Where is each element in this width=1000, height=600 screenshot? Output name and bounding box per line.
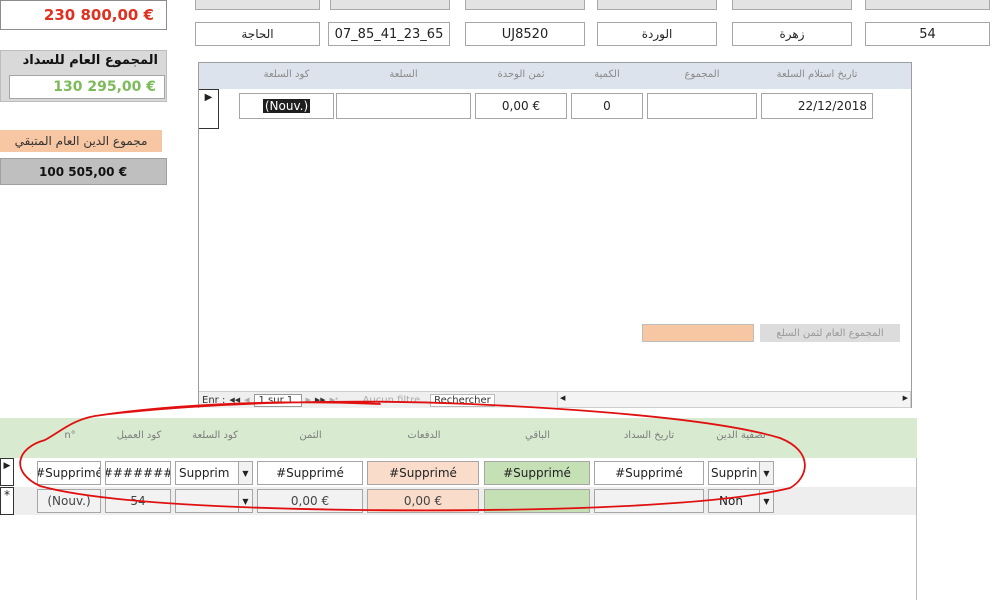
first-record-button[interactable]: ◀◀ <box>229 396 240 404</box>
debt-remaining-title: مجموع الدين العام المتبقي <box>0 130 162 152</box>
search-box[interactable]: Rechercher <box>430 393 495 407</box>
cell-product-code[interactable]: (Nouv.) <box>239 93 334 119</box>
cell-unit-price[interactable]: 0,00 € <box>475 93 567 119</box>
horizontal-scrollbar[interactable]: ◀ ▶ <box>557 391 911 408</box>
products-total-value[interactable] <box>642 324 754 342</box>
header-product-code: كود السلعة <box>192 430 238 441</box>
row1-settle-select[interactable]: Supprin ▼ <box>708 461 774 485</box>
paid-total-value: 130 295,00 € <box>53 79 156 95</box>
row1-price[interactable]: #Supprimé <box>257 461 363 485</box>
row1-selector[interactable]: ▶ <box>0 458 14 486</box>
header-payments: الدفعات <box>407 430 441 441</box>
top-button-6[interactable] <box>865 0 990 10</box>
row1-product-select[interactable]: Supprim ▼ <box>175 461 253 485</box>
row2-settle-select[interactable]: Non ▼ <box>708 489 774 513</box>
field-client-code[interactable]: 54 <box>865 22 990 46</box>
record-position[interactable]: 1 sur 1 <box>253 393 302 407</box>
header-total: المجموع <box>684 69 720 80</box>
row1-settle-value: Supprin <box>711 466 758 480</box>
row2-n[interactable]: (Nouv.) <box>37 489 101 513</box>
cell-total[interactable] <box>647 93 757 119</box>
header-remaining: الباقي <box>524 430 550 441</box>
prev-record-button[interactable]: ◀ <box>244 396 249 404</box>
record-selector[interactable]: ▶ <box>199 89 219 129</box>
row1-n[interactable]: #Supprimé <box>37 461 101 485</box>
filter-indicator[interactable]: Aucun filtre <box>363 395 421 406</box>
header-pay-date: تاريخ السداد <box>623 430 675 441</box>
row1-remaining[interactable]: #Supprimé <box>484 461 590 485</box>
header-receive-date: تاريخ استلام السلعة <box>776 69 858 80</box>
header-client-code: كود العميل <box>116 430 162 441</box>
header-n: n° <box>64 430 76 441</box>
row2-selector[interactable]: * <box>0 487 14 515</box>
top-button-5[interactable] <box>732 0 852 10</box>
row1-payments[interactable]: #Supprimé <box>367 461 479 485</box>
scroll-left-icon[interactable]: ◀ <box>560 394 565 402</box>
paid-total-box: المجموع العام للسداد 130 295,00 € <box>0 50 167 102</box>
total-amount-field[interactable]: 230 800,00 € <box>0 0 167 30</box>
top-button-3[interactable] <box>465 0 585 10</box>
total-amount-value: 230 800,00 € <box>43 6 154 24</box>
products-total-label: المجموع العام لثمن السلع <box>760 324 900 342</box>
next-record-button[interactable]: ▶ <box>306 396 311 404</box>
field-phone[interactable]: 07_85_41_23_65 <box>328 22 450 46</box>
top-button-2[interactable] <box>330 0 450 10</box>
purchases-subform: كود السلعة السلعة ثمن الوحدة الكمية المج… <box>198 62 912 408</box>
record-navigation-bar: Enr : ◀◀ ◀ 1 sur 1 ▶ ▶▶ ▶* Aucun filtre … <box>199 391 559 408</box>
new-record-button[interactable]: ▶* <box>330 396 339 404</box>
cell-product[interactable] <box>336 93 471 119</box>
header-unit-price: ثمن الوحدة <box>497 69 545 80</box>
header-code: كود السلعة <box>263 69 310 80</box>
chevron-down-icon[interactable]: ▼ <box>238 490 252 512</box>
paid-total-title: المجموع العام للسداد <box>22 53 158 68</box>
chevron-down-icon[interactable]: ▼ <box>759 462 773 484</box>
header-qty: الكمية <box>594 69 620 80</box>
row1-pay-date[interactable]: #Supprimé <box>594 461 704 485</box>
row2-pay-date[interactable] <box>594 489 704 513</box>
paid-total-field[interactable]: 130 295,00 € <box>9 75 165 99</box>
header-price: الثمن <box>299 430 322 441</box>
new-record-label: (Nouv.) <box>262 99 311 113</box>
row2-settle-value: Non <box>719 494 743 508</box>
last-record-button[interactable]: ▶▶ <box>315 396 326 404</box>
field-address[interactable]: الوردة <box>597 22 717 46</box>
cell-receive-date[interactable]: 22/12/2018 <box>761 93 873 119</box>
top-button-1[interactable] <box>195 0 320 10</box>
field-card-id[interactable]: UJ8520 <box>465 22 585 46</box>
row2-remaining[interactable] <box>484 489 590 513</box>
scroll-right-icon[interactable]: ▶ <box>903 394 908 402</box>
chevron-down-icon[interactable]: ▼ <box>759 490 773 512</box>
field-client-title[interactable]: الحاجة <box>195 22 320 46</box>
row2-product-select[interactable]: ▼ <box>175 489 253 513</box>
cell-qty[interactable]: 0 <box>571 93 643 119</box>
row2-price[interactable]: 0,00 € <box>257 489 363 513</box>
row2-client[interactable]: 54 <box>105 489 171 513</box>
row2-payments[interactable]: 0,00 € <box>367 489 479 513</box>
debt-remaining-value: 100 505,00 € <box>0 158 167 185</box>
row1-client[interactable]: ####### <box>105 461 171 485</box>
row1-product-value: Supprim <box>179 466 230 480</box>
chevron-down-icon[interactable]: ▼ <box>238 462 252 484</box>
top-button-4[interactable] <box>597 0 717 10</box>
record-label: Enr : <box>202 394 226 406</box>
header-product: السلعة <box>389 69 418 80</box>
field-first-name[interactable]: زهرة <box>732 22 852 46</box>
header-settle: تصفية الدين <box>716 430 766 441</box>
